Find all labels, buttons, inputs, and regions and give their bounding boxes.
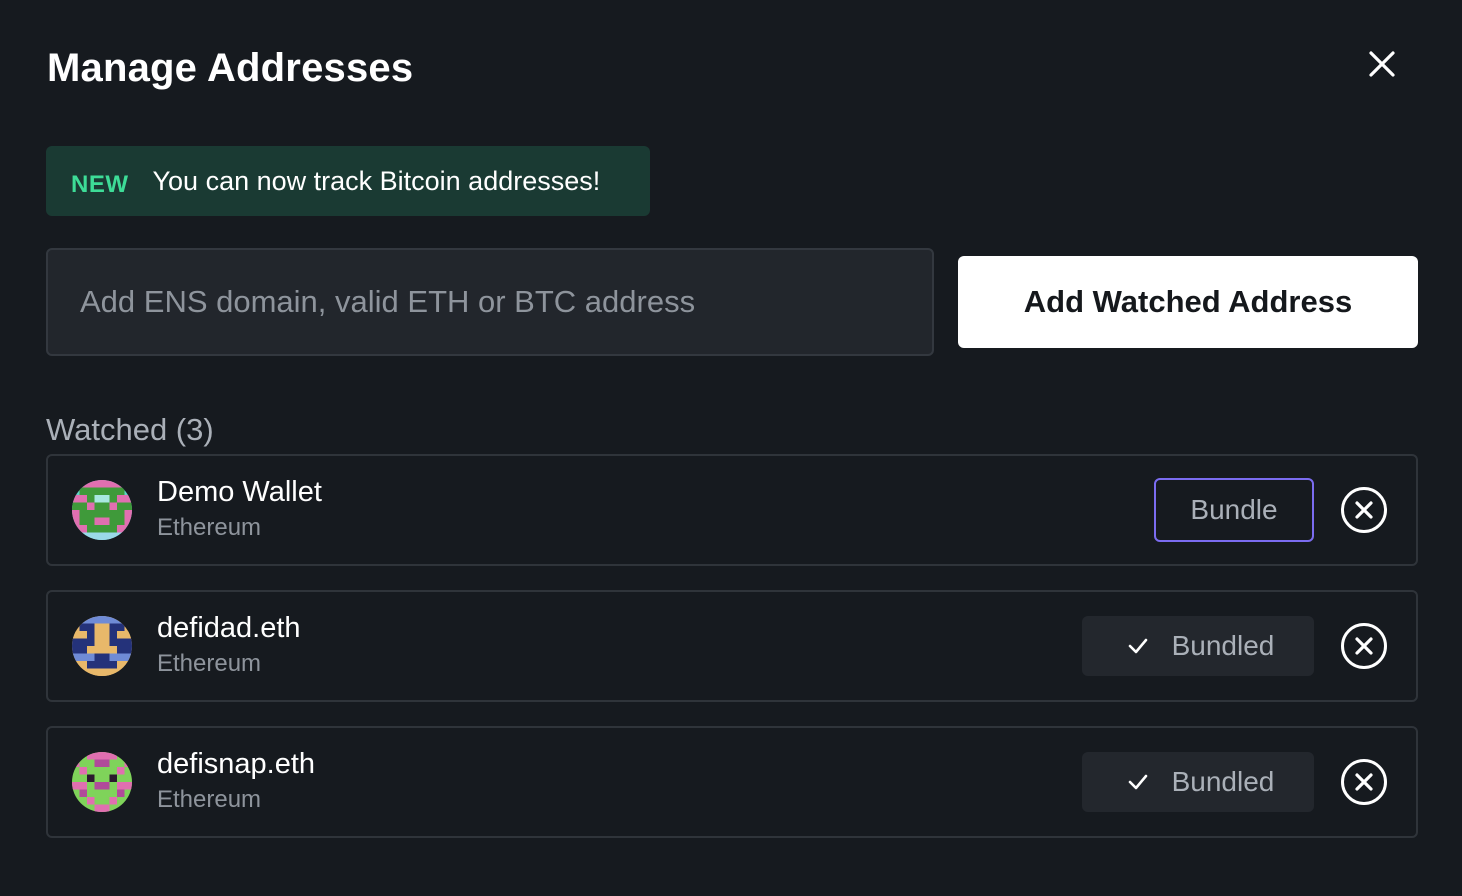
check-icon [1128,774,1147,790]
wallet-name: defidad.eth [157,612,301,644]
manage-addresses-modal: Manage Addresses NEW You can now track B… [0,0,1462,896]
banner-text: You can now track Bitcoin addresses! [152,165,601,196]
new-badge: NEW [71,171,129,198]
bundled-button[interactable]: Bundled [1082,752,1314,812]
bundle-button[interactable]: Bundle [1154,478,1314,542]
list-item: defisnap.eth Ethereum Bundled [46,726,1418,838]
add-watched-address-button[interactable]: Add Watched Address [958,256,1418,348]
bundled-label: Bundled [1171,630,1275,661]
remove-circle-icon [1341,759,1387,805]
wallet-name: Demo Wallet [157,476,322,508]
pixel-avatar-icon [72,480,132,540]
wallet-name: defisnap.eth [157,748,316,780]
new-feature-banner: NEW You can now track Bitcoin addresses! [46,146,650,216]
list-item: Demo Wallet Ethereum Bundle [46,454,1418,566]
remove-circle-icon [1341,623,1387,669]
pixel-avatar-icon [72,616,132,676]
bundled-button[interactable]: Bundled [1082,616,1314,676]
remove-address-button[interactable] [1340,486,1388,534]
pixel-avatar-icon [72,752,132,812]
remove-circle-icon [1341,487,1387,533]
close-icon [1369,51,1395,77]
remove-address-button[interactable] [1340,622,1388,670]
check-icon [1128,638,1147,654]
bundled-label: Bundled [1171,766,1275,797]
wallet-chain: Ethereum [157,786,262,813]
list-item: defidad.eth Ethereum Bundled [46,590,1418,702]
modal-title: Manage Addresses [47,46,414,90]
address-input[interactable] [46,248,934,356]
wallet-chain: Ethereum [157,514,262,541]
wallet-chain: Ethereum [157,650,262,677]
watched-list: Demo Wallet Ethereum Bundle defidad.eth … [46,454,1418,862]
remove-address-button[interactable] [1340,758,1388,806]
watched-section-label: Watched (3) [46,412,214,447]
close-button[interactable] [1360,42,1404,86]
